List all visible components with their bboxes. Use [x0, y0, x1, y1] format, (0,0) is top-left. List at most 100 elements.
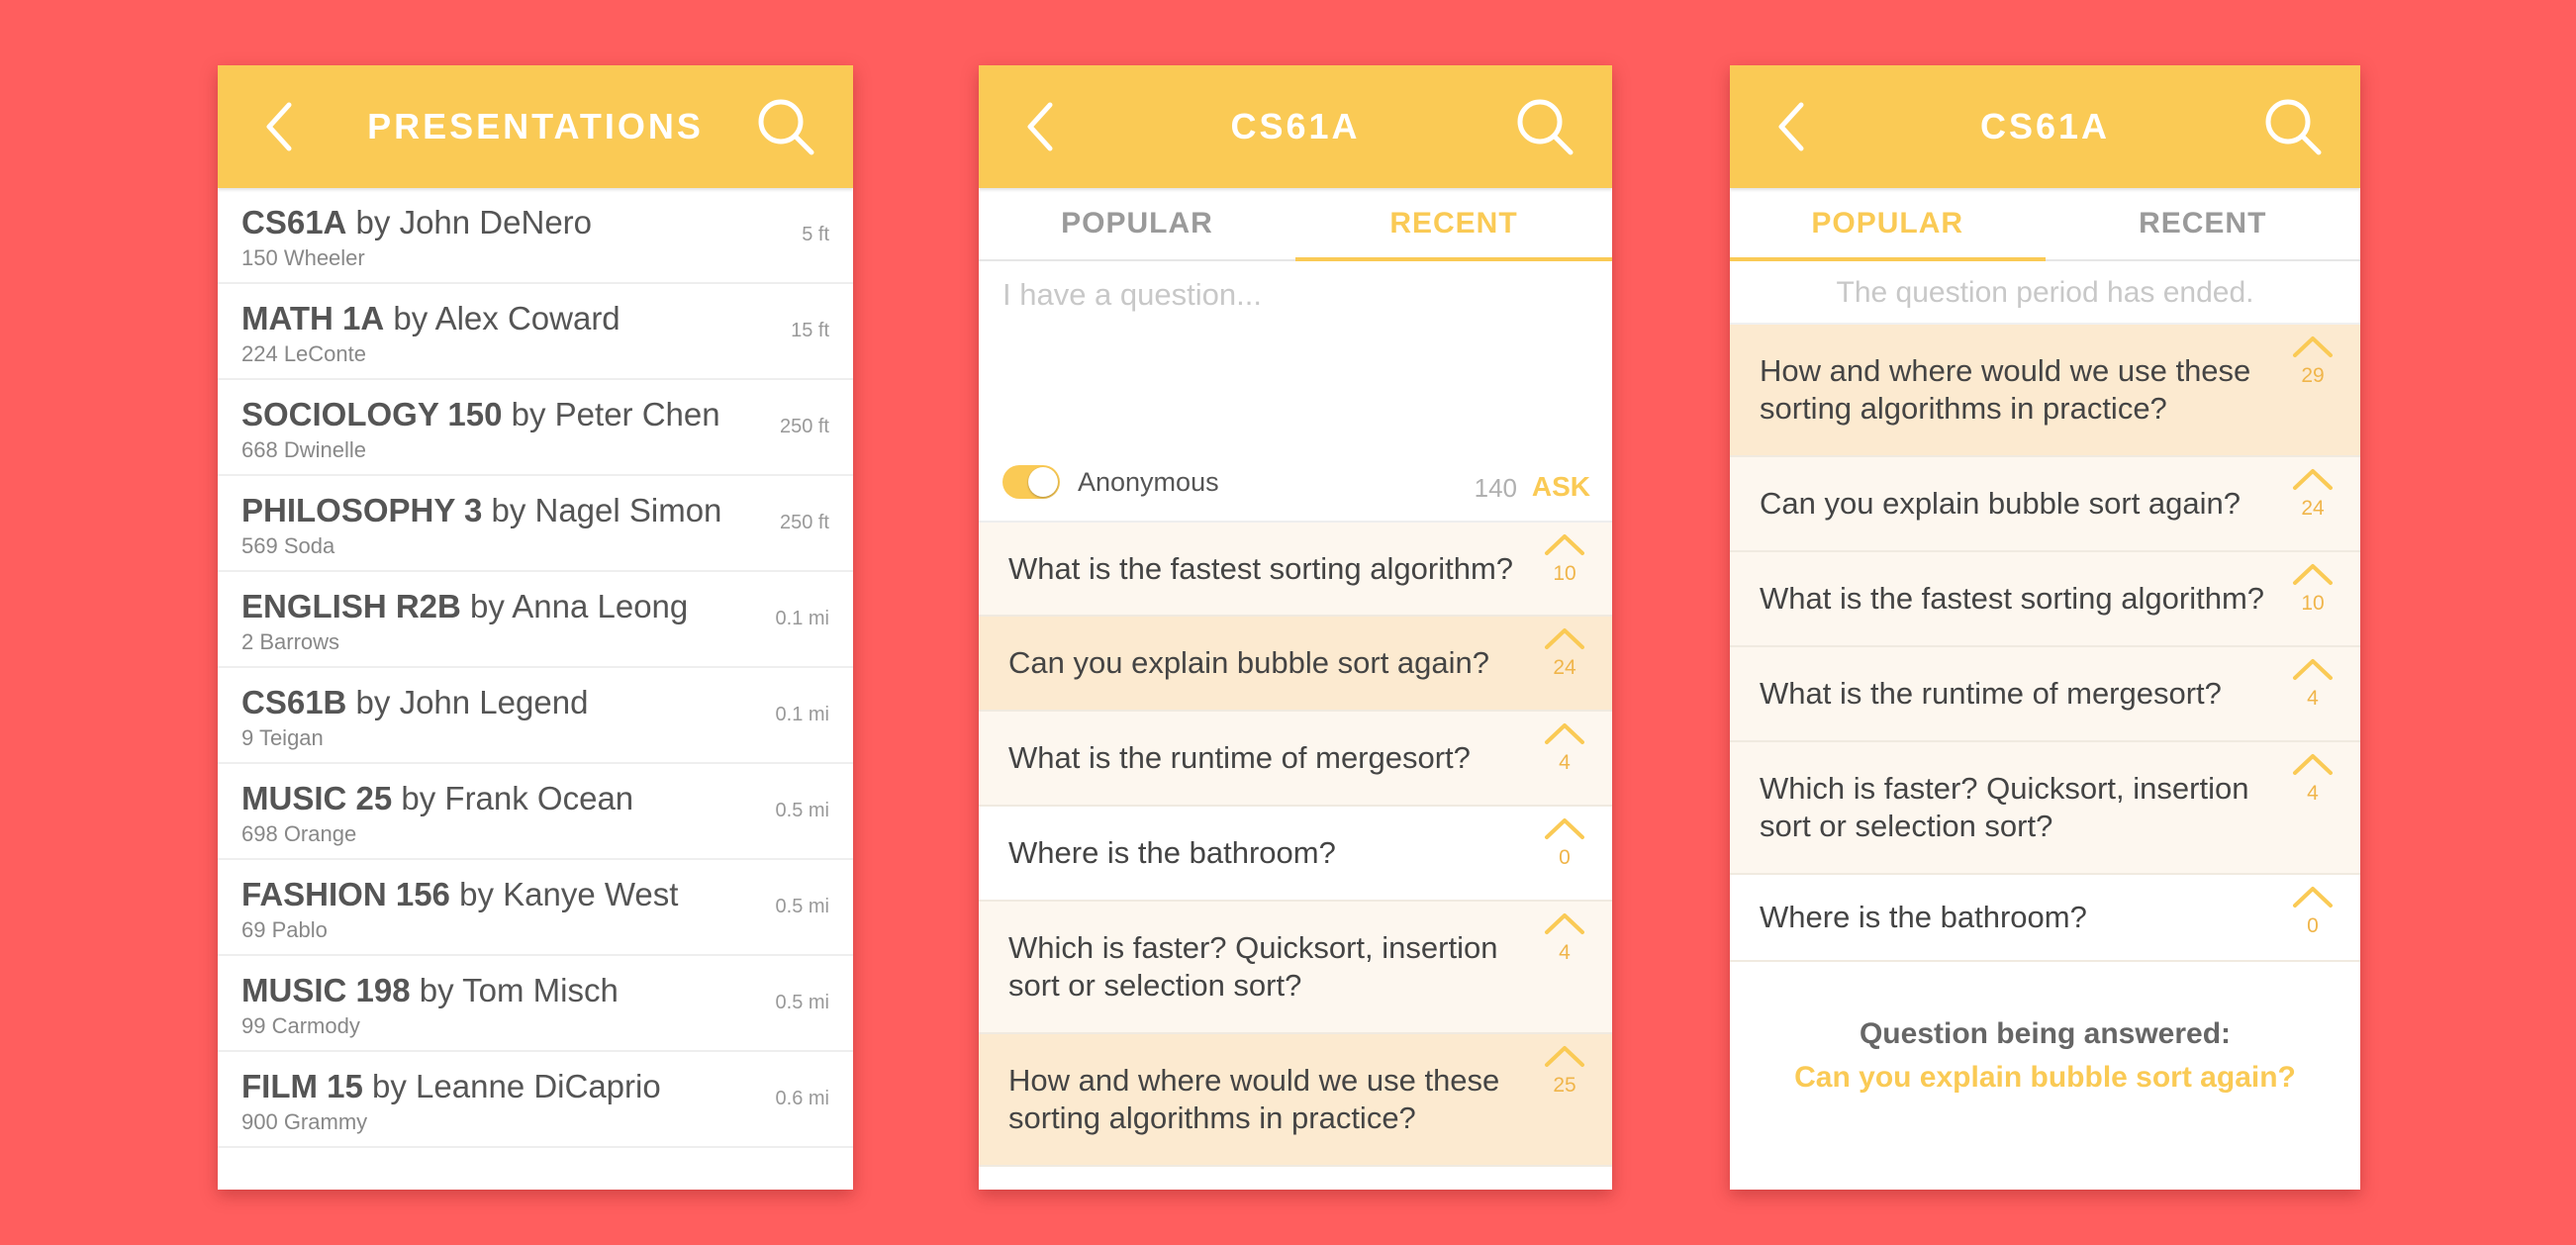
tab-bar: POPULAR RECENT [979, 188, 1612, 261]
upvote-button[interactable]: 4 [1541, 911, 1588, 983]
question-row: Which is faster? Quicksort, insertion so… [979, 902, 1612, 1034]
location: 2 Barrows [241, 629, 340, 654]
list-item[interactable]: CS61B by John Legend 9 Teigan 0.1 mi [218, 668, 853, 764]
question-text: Can you explain bubble sort again? [1008, 645, 1490, 680]
list-item[interactable]: MATH 1A by Alex Coward 224 LeConte 15 ft [218, 284, 853, 380]
presentation-title: CS61A by John DeNero [241, 204, 592, 241]
header: PRESENTATIONS [218, 65, 853, 188]
tab-recent[interactable]: RECENT [2046, 188, 2361, 259]
toggle-knob [1028, 467, 1058, 497]
distance: 15 ft [791, 320, 829, 341]
distance: 5 ft [802, 224, 829, 245]
list-item[interactable]: ENGLISH R2B by Anna Leong 2 Barrows 0.1 mi [218, 572, 853, 668]
question-row: How and where would we use these sorting… [979, 1034, 1612, 1167]
question-being-answered: Question being answered: Can you explain… [1730, 1017, 2360, 1095]
presenter-name: by Anna Leong [460, 588, 689, 624]
course-name: FILM 15 [241, 1068, 363, 1104]
upvote-button[interactable]: 24 [2289, 467, 2337, 538]
chevron-up-icon [1545, 723, 1584, 744]
search-button[interactable] [1515, 97, 1574, 156]
vote-count: 24 [1553, 656, 1576, 679]
presentation-title: MUSIC 25 by Frank Ocean [241, 780, 633, 817]
question-row: How and where would we use these sorting… [1730, 325, 2360, 457]
list-item[interactable]: FASHION 156 by Kanye West 69 Pablo 0.5 mi [218, 860, 853, 956]
answering-question: Can you explain bubble sort again? [1794, 1061, 2296, 1094]
upvote-button[interactable]: 29 [2289, 335, 2337, 406]
upvote-button[interactable]: 0 [1541, 816, 1588, 888]
upvote-button[interactable]: 4 [2289, 657, 2337, 728]
location: 99 Carmody [241, 1013, 360, 1038]
question-text: What is the runtime of mergesort? [1008, 740, 1471, 775]
tab-popular[interactable]: POPULAR [979, 188, 1295, 259]
ask-question-area: Anonymous 140 ASK [979, 261, 1612, 523]
upvote-button[interactable]: 24 [1541, 626, 1588, 698]
presenter-name: by Nagel Simon [482, 492, 722, 528]
distance: 250 ft [779, 512, 829, 533]
course-name: MUSIC 198 [241, 972, 411, 1008]
location: 698 Orange [241, 821, 357, 846]
course-name: PHILOSOPHY 3 [241, 492, 483, 528]
course-name: MUSIC 25 [241, 780, 393, 816]
list-item[interactable]: SOCIOLOGY 150 by Peter Chen 668 Dwinelle 2… [218, 380, 853, 476]
question-text: Where is the bathroom? [1760, 900, 2087, 934]
question-text: Where is the bathroom? [1008, 835, 1336, 870]
question-list: What is the fastest sorting algorithm? 10… [979, 523, 1612, 1167]
upvote-button[interactable]: 25 [1541, 1044, 1588, 1115]
chevron-up-icon [2293, 659, 2333, 680]
upvote-button[interactable]: 4 [2289, 752, 2337, 823]
chevron-up-icon [2293, 887, 2333, 908]
distance: 250 ft [779, 416, 829, 437]
question-text: What is the runtime of mergesort? [1760, 676, 2222, 711]
header: CS61A [1730, 65, 2360, 188]
search-icon [758, 99, 814, 155]
question-row: What is the runtime of mergesort? 4 [1730, 647, 2360, 742]
tab-popular[interactable]: POPULAR [1730, 188, 2046, 261]
presentation-list: CS61A by John DeNero 150 Wheeler 5 ft MATH … [218, 188, 853, 1148]
anonymous-toggle[interactable] [1002, 465, 1060, 499]
question-input[interactable] [1001, 275, 1588, 457]
question-text: What is the fastest sorting algorithm? [1760, 581, 2265, 616]
list-item[interactable]: MUSIC 25 by Frank Ocean 698 Orange 0.5 mi [218, 764, 853, 860]
list-item[interactable]: MUSIC 198 by Tom Misch 99 Carmody 0.5 mi [218, 956, 853, 1052]
upvote-button[interactable]: 10 [1541, 532, 1588, 604]
vote-count: 4 [1559, 751, 1571, 774]
presentation-title: PHILOSOPHY 3 by Nagel Simon [241, 492, 721, 529]
course-name: MATH 1A [241, 300, 385, 336]
vote-count: 24 [2301, 497, 2325, 520]
list-item[interactable]: FILM 15 by Leanne DiCaprio 900 Grammy 0.6 … [218, 1052, 853, 1148]
chevron-up-icon [1545, 628, 1584, 649]
tab-recent[interactable]: RECENT [1295, 188, 1612, 261]
question-row: What is the fastest sorting algorithm? 10 [979, 523, 1612, 617]
vote-count: 10 [1553, 562, 1576, 585]
question-text: What is the fastest sorting algorithm? [1008, 550, 1514, 586]
upvote-button[interactable]: 10 [2289, 562, 2337, 633]
upvote-button[interactable]: 4 [1541, 721, 1588, 793]
vote-count: 0 [2307, 914, 2319, 937]
tab-bar: POPULAR RECENT [1730, 188, 2360, 261]
presenter-name: by John DeNero [346, 204, 593, 240]
presentation-title: FASHION 156 by Kanye West [241, 876, 678, 913]
list-item[interactable]: PHILOSOPHY 3 by Nagel Simon 569 Soda 250 f… [218, 476, 853, 572]
ask-button[interactable]: ASK [1532, 471, 1590, 503]
location: 224 LeConte [241, 341, 366, 366]
header: CS61A [979, 65, 1612, 188]
question-row: What is the runtime of mergesort? 4 [979, 712, 1612, 807]
anonymous-label: Anonymous [1078, 467, 1219, 497]
question-text: Which is faster? Quicksort, insertion so… [1008, 930, 1498, 1003]
question-row: Can you explain bubble sort again? 24 [979, 617, 1612, 712]
vote-count: 4 [2307, 782, 2319, 805]
distance: 0.5 mi [775, 896, 829, 917]
list-item[interactable]: CS61A by John DeNero 150 Wheeler 5 ft [218, 188, 853, 284]
answering-label: Question being answered: [1859, 1017, 2232, 1050]
course-name: ENGLISH R2B [241, 588, 461, 624]
search-icon [2265, 99, 2322, 155]
upvote-button[interactable]: 0 [2289, 885, 2337, 956]
chevron-up-icon [2293, 336, 2333, 357]
course-name: SOCIOLOGY 150 [241, 396, 503, 432]
search-button[interactable] [2263, 97, 2323, 156]
chevron-up-icon [2293, 754, 2333, 775]
vote-count: 4 [1559, 941, 1571, 964]
presenter-name: by Alex Coward [384, 300, 620, 336]
search-button[interactable] [756, 97, 815, 156]
presentation-title: FILM 15 by Leanne DiCaprio [241, 1068, 661, 1105]
